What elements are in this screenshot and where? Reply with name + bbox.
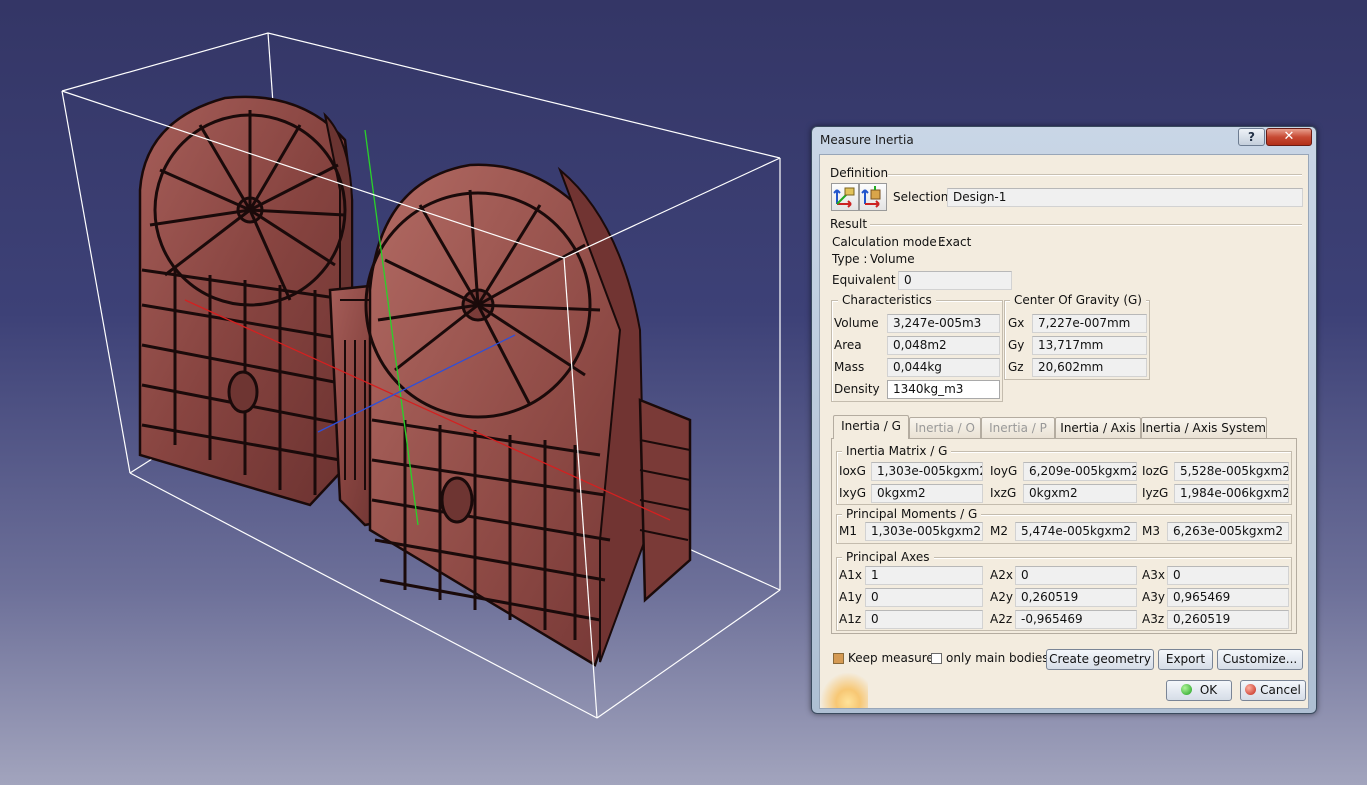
only-main-bodies-checkbox[interactable]	[931, 653, 942, 664]
area-field[interactable]: 0,048m2	[887, 336, 1000, 355]
density-label: Density	[834, 382, 880, 396]
definition-label: Definition	[830, 166, 889, 180]
tab-inertia-axis[interactable]: Inertia / Axis	[1055, 417, 1141, 439]
ok-label: OK	[1199, 683, 1218, 697]
dialog-content: Definition Selection : Design-1 Result C…	[819, 154, 1309, 709]
cancel-button[interactable]: Cancel	[1240, 680, 1306, 701]
type-label: Type :	[832, 252, 868, 266]
keep-measure-checkbox[interactable]	[833, 653, 844, 664]
dialog-title: Measure Inertia	[820, 133, 914, 147]
gy-field[interactable]: 13,717mm	[1032, 336, 1147, 355]
tab-inertia-axis-system[interactable]: Inertia / Axis System	[1141, 417, 1267, 439]
iozg-label: IozG	[1142, 464, 1169, 478]
a1y-label: A1y	[839, 590, 862, 604]
cog-title: Center Of Gravity (G)	[1010, 293, 1146, 307]
a1x-field[interactable]: 1	[865, 566, 983, 585]
a3x-field[interactable]: 0	[1167, 566, 1289, 585]
density-field[interactable]: 1340kg_m3	[887, 380, 1000, 399]
volume-label: Volume	[834, 316, 879, 330]
iyzg-label: IyzG	[1142, 486, 1169, 500]
ioxg-field[interactable]: 1,303e-005kgxm2	[871, 462, 983, 481]
a3z-field[interactable]: 0,260519	[1167, 610, 1289, 629]
only-main-bodies-label: only main bodies	[946, 651, 1049, 665]
area-label: Area	[834, 338, 862, 352]
model-part-left[interactable]	[138, 95, 354, 507]
export-button[interactable]: Export	[1158, 649, 1213, 670]
gz-field[interactable]: 20,602mm	[1032, 358, 1147, 377]
calc-mode-label: Calculation mode :	[832, 235, 945, 249]
m1-label: M1	[839, 524, 857, 538]
ixzg-field[interactable]: 0kgxm2	[1023, 484, 1137, 503]
a1z-field[interactable]: 0	[865, 610, 983, 629]
a3z-label: A3z	[1142, 612, 1165, 626]
gy-label: Gy	[1008, 338, 1025, 352]
a3y-label: A3y	[1142, 590, 1165, 604]
principal-moments-title: Principal Moments / G	[842, 507, 982, 521]
a2y-field[interactable]: 0,260519	[1015, 588, 1137, 607]
tab-inertia-g[interactable]: Inertia / G	[833, 415, 909, 439]
ixzg-label: IxzG	[990, 486, 1017, 500]
ixyg-label: IxyG	[839, 486, 867, 500]
equivalent-field[interactable]: 0	[898, 271, 1012, 290]
selection-field[interactable]: Design-1	[947, 188, 1303, 207]
result-separator	[870, 224, 1302, 226]
calc-mode-value: Exact	[938, 235, 972, 249]
m1-field[interactable]: 1,303e-005kgxm2	[865, 522, 983, 541]
gx-label: Gx	[1008, 316, 1025, 330]
volume-field[interactable]: 3,247e-005m3	[887, 314, 1000, 333]
tab-panel-inertia-g: Inertia Matrix / G IoxG 1,303e-005kgxm2 …	[831, 438, 1297, 634]
close-button[interactable]: ✕	[1266, 128, 1312, 146]
mass-label: Mass	[834, 360, 865, 374]
a2y-label: A2y	[990, 590, 1013, 604]
result-label: Result	[830, 217, 868, 231]
tab-inertia-o[interactable]: Inertia / O	[909, 417, 981, 439]
principal-axes-title: Principal Axes	[842, 550, 934, 564]
definition-separator	[888, 174, 1302, 176]
ioxg-label: IoxG	[839, 464, 866, 478]
iyzg-field[interactable]: 1,984e-006kgxm2	[1174, 484, 1289, 503]
mass-field[interactable]: 0,044kg	[887, 358, 1000, 377]
a3x-label: A3x	[1142, 568, 1165, 582]
select-items-icon[interactable]	[831, 183, 859, 211]
help-button[interactable]: ?	[1238, 128, 1265, 146]
m2-field[interactable]: 5,474e-005kgxm2	[1015, 522, 1137, 541]
select-bodies-icon[interactable]	[859, 183, 887, 211]
green-dot-icon	[1180, 684, 1192, 695]
cancel-label: Cancel	[1260, 683, 1301, 697]
model-part-right[interactable]	[364, 163, 692, 667]
a1x-label: A1x	[839, 568, 862, 582]
equivalent-label: Equivalent	[832, 273, 896, 287]
gz-label: Gz	[1008, 360, 1024, 374]
a3y-field[interactable]: 0,965469	[1167, 588, 1289, 607]
red-dot-icon	[1245, 684, 1257, 695]
customize-button[interactable]: Customize...	[1217, 649, 1303, 670]
a2z-label: A2z	[990, 612, 1013, 626]
a1y-field[interactable]: 0	[865, 588, 983, 607]
keep-measure-label: Keep measure	[848, 651, 934, 665]
type-value: Volume	[870, 252, 915, 266]
m2-label: M2	[990, 524, 1008, 538]
m3-field[interactable]: 6,263e-005kgxm2	[1167, 522, 1289, 541]
a2x-label: A2x	[990, 568, 1013, 582]
inertia-matrix-title: Inertia Matrix / G	[842, 444, 952, 458]
dialog-titlebar[interactable]: Measure Inertia ? ✕	[812, 127, 1316, 153]
a2x-field[interactable]: 0	[1015, 566, 1137, 585]
create-geometry-button[interactable]: Create geometry	[1046, 649, 1154, 670]
ok-button[interactable]: OK	[1166, 680, 1232, 701]
tab-inertia-p[interactable]: Inertia / P	[981, 417, 1055, 439]
ixyg-field[interactable]: 0kgxm2	[871, 484, 983, 503]
ioyg-field[interactable]: 6,209e-005kgxm2	[1023, 462, 1137, 481]
a1z-label: A1z	[839, 612, 862, 626]
iozg-field[interactable]: 5,528e-005kgxm2	[1174, 462, 1289, 481]
m3-label: M3	[1142, 524, 1160, 538]
dialog-corner-decoration	[820, 672, 868, 708]
measure-inertia-dialog: Measure Inertia ? ✕ Definition Selection…	[811, 126, 1317, 714]
gx-field[interactable]: 7,227e-007mm	[1032, 314, 1147, 333]
characteristics-title: Characteristics	[838, 293, 936, 307]
a2z-field[interactable]: -0,965469	[1015, 610, 1137, 629]
ioyg-label: IoyG	[990, 464, 1018, 478]
